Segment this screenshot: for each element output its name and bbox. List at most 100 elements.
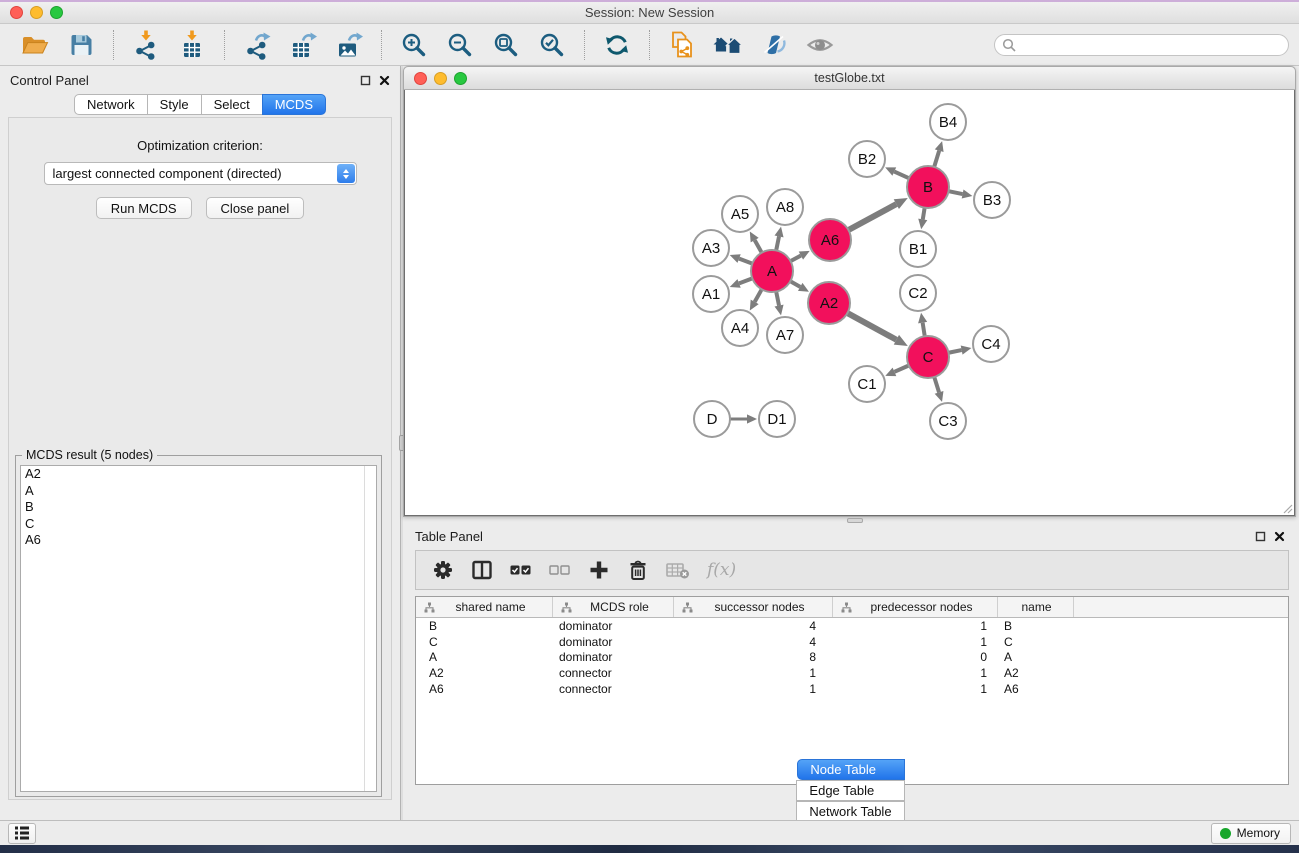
- graph-node-C3[interactable]: C3: [930, 403, 966, 439]
- graph-node-B[interactable]: B: [907, 166, 949, 208]
- tab-mcds[interactable]: MCDS: [262, 94, 326, 115]
- graph-edge-C-C4[interactable]: [949, 350, 962, 353]
- zoom-window-button[interactable]: [50, 6, 63, 19]
- close-panel-icon[interactable]: [1274, 531, 1285, 542]
- tab-network-table[interactable]: Network Table: [796, 801, 904, 822]
- open-network-file-button[interactable]: [661, 27, 703, 63]
- graph-edge-A6-B[interactable]: [848, 204, 896, 230]
- graph-edge-A-A6[interactable]: [791, 256, 801, 262]
- home-button[interactable]: [707, 27, 749, 63]
- unselect-all-button[interactable]: [549, 559, 571, 581]
- graph-edge-A-A7[interactable]: [776, 292, 779, 306]
- graph-edge-A2-C[interactable]: [847, 313, 896, 340]
- minimize-network-window-button[interactable]: [434, 72, 447, 85]
- table-settings-button[interactable]: [432, 559, 454, 581]
- export-table-button[interactable]: [282, 27, 324, 63]
- resize-grip-icon[interactable]: [1281, 502, 1293, 514]
- graph-edge-C-C3[interactable]: [934, 377, 939, 392]
- tab-node-table[interactable]: Node Table: [797, 759, 904, 780]
- graph-edge-A-A5[interactable]: [755, 240, 762, 253]
- graph-node-A1[interactable]: A1: [693, 276, 729, 312]
- column-header-predecessor-nodes[interactable]: predecessor nodes: [833, 597, 998, 617]
- graph-edge-B-B1[interactable]: [923, 208, 925, 220]
- zoom-out-button[interactable]: [439, 27, 481, 63]
- mcds-result-item[interactable]: A: [21, 483, 376, 500]
- graph-node-A8[interactable]: A8: [767, 189, 803, 225]
- float-panel-icon[interactable]: [360, 75, 371, 86]
- select-all-button[interactable]: [510, 559, 532, 581]
- import-network-button[interactable]: [125, 27, 167, 63]
- graph-edge-A-A2[interactable]: [790, 281, 800, 287]
- tab-select[interactable]: Select: [201, 94, 263, 115]
- mcds-result-list[interactable]: A2ABCA6: [20, 465, 377, 792]
- horizontal-splitter[interactable]: [403, 517, 1299, 524]
- graph-node-B2[interactable]: B2: [849, 141, 885, 177]
- graph-node-A3[interactable]: A3: [693, 230, 729, 266]
- horizontal-splitter-handle[interactable]: [847, 518, 863, 523]
- tab-style[interactable]: Style: [147, 94, 202, 115]
- save-session-button[interactable]: [60, 27, 102, 63]
- graph-node-A7[interactable]: A7: [767, 317, 803, 353]
- graph-edge-A-A8[interactable]: [776, 236, 779, 250]
- network-canvas[interactable]: B4 B2 B B3 A8A5 A6 A3 B1 A A1 C2 A2 A4A7 C4 C C1 C3 D D1: [404, 90, 1295, 516]
- import-table-button[interactable]: [171, 27, 213, 63]
- graph-node-A4[interactable]: A4: [722, 310, 758, 346]
- column-header-mcds-role[interactable]: MCDS role: [553, 597, 674, 617]
- graph-node-A2[interactable]: A2: [808, 282, 850, 324]
- graph-node-A6[interactable]: A6: [809, 219, 851, 261]
- graph-node-C2[interactable]: C2: [900, 275, 936, 311]
- table-row[interactable]: Cdominator41C: [416, 634, 1288, 650]
- task-history-button[interactable]: [8, 823, 36, 844]
- network-graph[interactable]: B4 B2 B B3 A8A5 A6 A3 B1 A A1 C2 A2 A4A7 C4 C C1 C3 D D1: [405, 90, 1294, 514]
- graph-edge-A-A4[interactable]: [755, 289, 762, 302]
- table-row[interactable]: Adominator80A: [416, 650, 1288, 666]
- graph-node-D1[interactable]: D1: [759, 401, 795, 437]
- graph-node-B3[interactable]: B3: [974, 182, 1010, 218]
- graph-edge-A-A1[interactable]: [739, 278, 752, 283]
- graph-node-A5[interactable]: A5: [722, 196, 758, 232]
- export-network-button[interactable]: [236, 27, 278, 63]
- tab-network[interactable]: Network: [74, 94, 148, 115]
- graph-edge-B-B2[interactable]: [894, 172, 909, 179]
- tab-edge-table[interactable]: Edge Table: [796, 780, 904, 801]
- close-panel-button[interactable]: Close panel: [206, 197, 305, 219]
- graph-edge-B-B3[interactable]: [949, 191, 963, 194]
- export-image-button[interactable]: [328, 27, 370, 63]
- result-list-scrollbar[interactable]: [364, 466, 376, 791]
- add-row-button[interactable]: [588, 559, 610, 581]
- run-mcds-button[interactable]: Run MCDS: [96, 197, 192, 219]
- mcds-result-item[interactable]: A6: [21, 532, 376, 549]
- mcds-result-item[interactable]: C: [21, 516, 376, 533]
- graph-edge-C-C1[interactable]: [894, 365, 908, 371]
- graph-node-C1[interactable]: C1: [849, 366, 885, 402]
- mcds-result-item[interactable]: B: [21, 499, 376, 516]
- graph-node-D[interactable]: D: [694, 401, 730, 437]
- graph-edge-B-B4[interactable]: [934, 151, 939, 167]
- zoom-network-window-button[interactable]: [454, 72, 467, 85]
- zoom-selected-button[interactable]: [531, 27, 573, 63]
- close-panel-icon[interactable]: [379, 75, 390, 86]
- open-session-button[interactable]: [14, 27, 56, 63]
- table-row[interactable]: Bdominator41B: [416, 618, 1288, 634]
- hide-graphics-details-button[interactable]: [753, 27, 795, 63]
- search-input[interactable]: [994, 34, 1289, 56]
- graph-node-C4[interactable]: C4: [973, 326, 1009, 362]
- memory-button[interactable]: Memory: [1211, 823, 1291, 844]
- column-header-shared-name[interactable]: shared name: [416, 597, 553, 617]
- graph-edge-A-A3[interactable]: [739, 259, 752, 264]
- column-visibility-button[interactable]: [471, 559, 493, 581]
- optimization-criterion-dropdown[interactable]: largest connected component (directed): [44, 162, 357, 185]
- float-panel-icon[interactable]: [1255, 531, 1266, 542]
- graph-node-B1[interactable]: B1: [900, 231, 936, 267]
- mcds-result-item[interactable]: A2: [21, 466, 376, 483]
- bird-eye-view-button[interactable]: [799, 27, 841, 63]
- zoom-fit-button[interactable]: [485, 27, 527, 63]
- graph-edge-C-C2[interactable]: [923, 323, 925, 337]
- graph-node-A[interactable]: A: [751, 250, 793, 292]
- graph-node-B4[interactable]: B4: [930, 104, 966, 140]
- zoom-in-button[interactable]: [393, 27, 435, 63]
- column-header-name[interactable]: name: [998, 597, 1074, 617]
- table-row[interactable]: A6connector11A6: [416, 681, 1288, 697]
- graph-node-C[interactable]: C: [907, 336, 949, 378]
- refresh-view-button[interactable]: [596, 27, 638, 63]
